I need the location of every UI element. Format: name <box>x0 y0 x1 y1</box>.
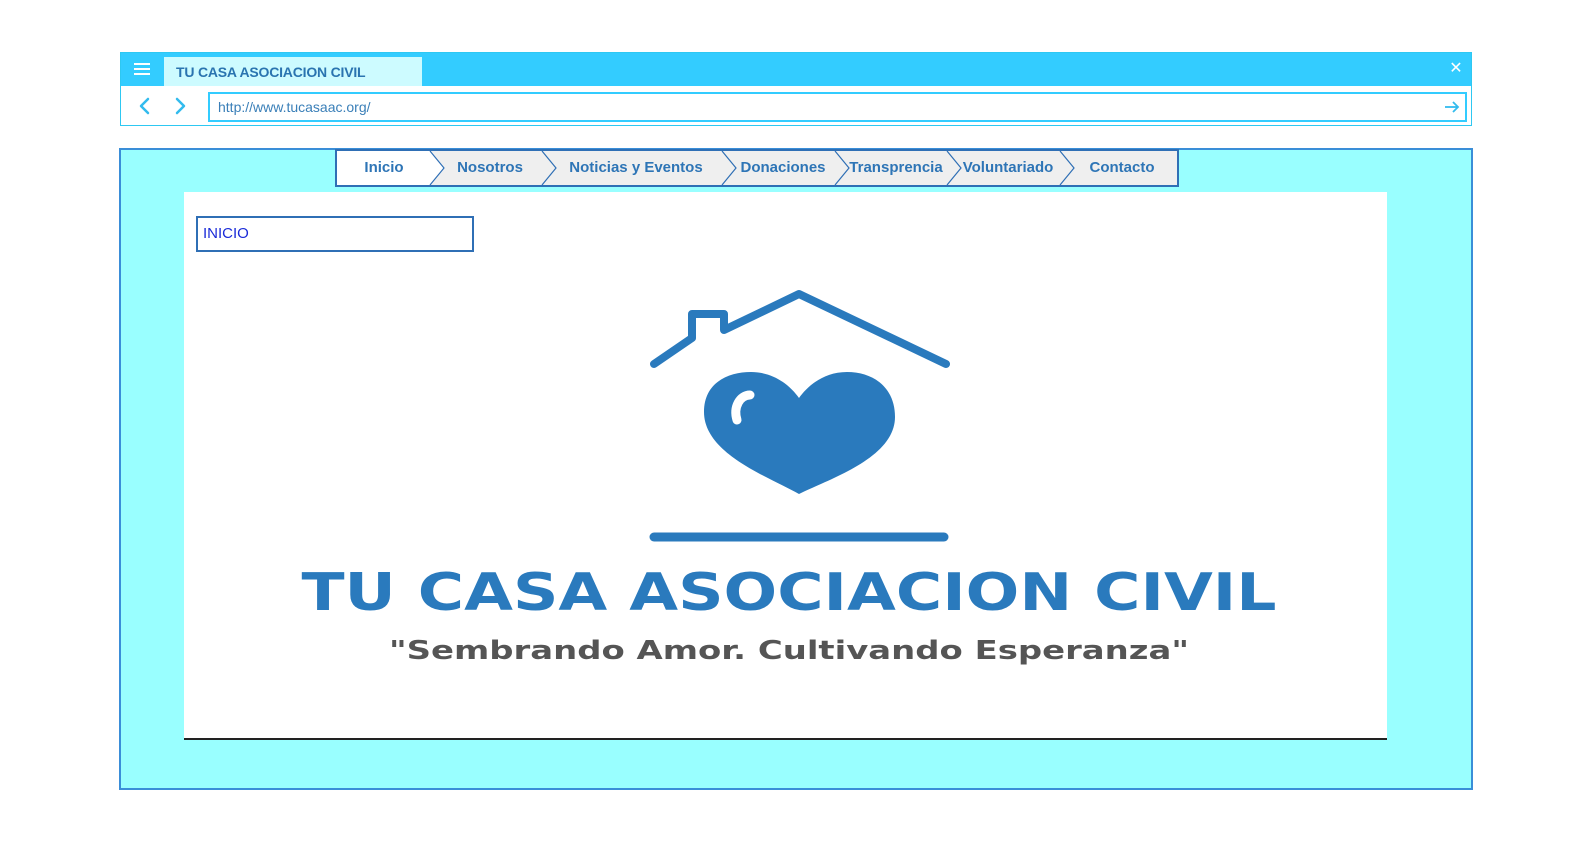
nav-separator <box>721 151 737 185</box>
nav-item-noticias-y-eventos[interactable]: Noticias y Eventos <box>549 151 723 185</box>
tu-casa-logo: TU CASA ASOCIACION CIVIL "Sembrando Amor… <box>302 290 1277 666</box>
url-text[interactable]: http://www.tucasaac.org/ <box>218 94 371 120</box>
nav-item-voluntariado[interactable]: Voluntariado <box>953 151 1063 185</box>
forward-arrow-icon[interactable] <box>169 95 191 117</box>
nav-item-contacto[interactable]: Contacto <box>1067 151 1177 185</box>
nav-item-inicio[interactable]: Inicio <box>337 151 431 185</box>
content-panel: TU CASA ASOCIACION CIVIL "Sembrando Amor… <box>184 192 1387 740</box>
nav-item-nosotros[interactable]: Nosotros <box>437 151 543 185</box>
hamburger-menu-icon[interactable] <box>134 63 150 77</box>
logo-name: TU CASA ASOCIACION CIVIL <box>302 563 1277 623</box>
nav-separator <box>834 151 850 185</box>
tab-title: TU CASA ASOCIACION CIVIL <box>176 64 366 80</box>
address-bar[interactable]: http://www.tucasaac.org/ <box>208 92 1467 122</box>
browser-window: TU CASA ASOCIACION CIVIL ✕ http://www.tu… <box>120 52 1472 126</box>
page-area: Inicio Nosotros Noticias y Eventos Donac… <box>119 148 1473 790</box>
logo-slogan: "Sembrando Amor. Cultivando Esperanza" <box>389 636 1189 666</box>
back-arrow-icon[interactable] <box>134 95 156 117</box>
breadcrumb-label: INICIO <box>203 225 249 242</box>
nav-separator <box>541 151 557 185</box>
nav-separator <box>1059 151 1075 185</box>
main-nav: Inicio Nosotros Noticias y Eventos Donac… <box>335 149 1179 187</box>
go-arrow-icon[interactable] <box>1443 98 1461 116</box>
nav-separator <box>429 151 445 185</box>
nav-separator <box>946 151 962 185</box>
tab-bar: TU CASA ASOCIACION CIVIL ✕ <box>121 53 1471 86</box>
breadcrumb: INICIO <box>196 216 474 252</box>
browser-tab[interactable]: TU CASA ASOCIACION CIVIL <box>164 57 422 86</box>
nav-item-donaciones[interactable]: Donaciones <box>729 151 837 185</box>
nav-item-transprencia[interactable]: Transprencia <box>843 151 949 185</box>
close-icon[interactable]: ✕ <box>1447 59 1465 79</box>
